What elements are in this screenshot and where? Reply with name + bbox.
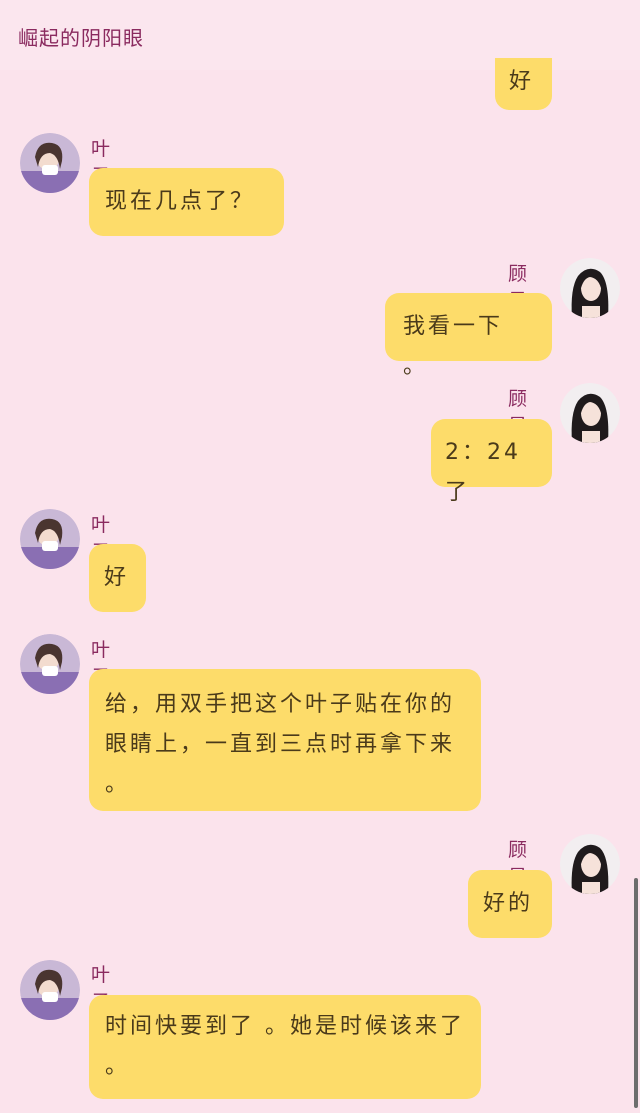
scrollbar[interactable] xyxy=(634,878,638,1108)
avatar-yezi[interactable] xyxy=(20,133,80,193)
avatar-yezi[interactable] xyxy=(20,960,80,1020)
avatar-guxing[interactable] xyxy=(560,383,620,443)
avatar-yezi[interactable] xyxy=(20,509,80,569)
chat-title: 崛起的阴阳眼 xyxy=(18,26,144,50)
message-bubble[interactable]: 时间快要到了 。她是时候该来了 。 xyxy=(89,995,481,1099)
message-text: 现在几点了？ xyxy=(105,189,256,214)
message-bubble[interactable]: 给，用双手把这个叶子贴在你的眼睛上，一直到三点时再拿下来 。 xyxy=(89,669,481,811)
message-bubble[interactable]: 好 xyxy=(89,544,146,612)
avatar-guxing[interactable] xyxy=(560,834,620,894)
message-bubble[interactable]: 2：24了 xyxy=(431,419,552,505)
avatar-guxing[interactable] xyxy=(560,258,620,318)
message-text: 好的 xyxy=(483,891,534,916)
message-bubble[interactable]: 我看一下 。 xyxy=(385,293,552,379)
message-text: 时间快要到了 。她是时候该来了 。 xyxy=(105,1014,465,1079)
message-text: 给，用双手把这个叶子贴在你的眼睛上，一直到三点时再拿下来 。 xyxy=(105,692,456,797)
message-bubble[interactable]: 现在几点了？ xyxy=(89,168,284,236)
message-bubble[interactable]: 好 xyxy=(495,58,552,110)
message-text: 我看一下 。 xyxy=(403,314,504,379)
message-text: 好 xyxy=(104,565,130,590)
message-text: 2：24了 xyxy=(445,440,521,505)
message-text: 好 xyxy=(509,69,535,94)
avatar-yezi[interactable] xyxy=(20,634,80,694)
message-bubble[interactable]: 好的 xyxy=(468,870,552,938)
